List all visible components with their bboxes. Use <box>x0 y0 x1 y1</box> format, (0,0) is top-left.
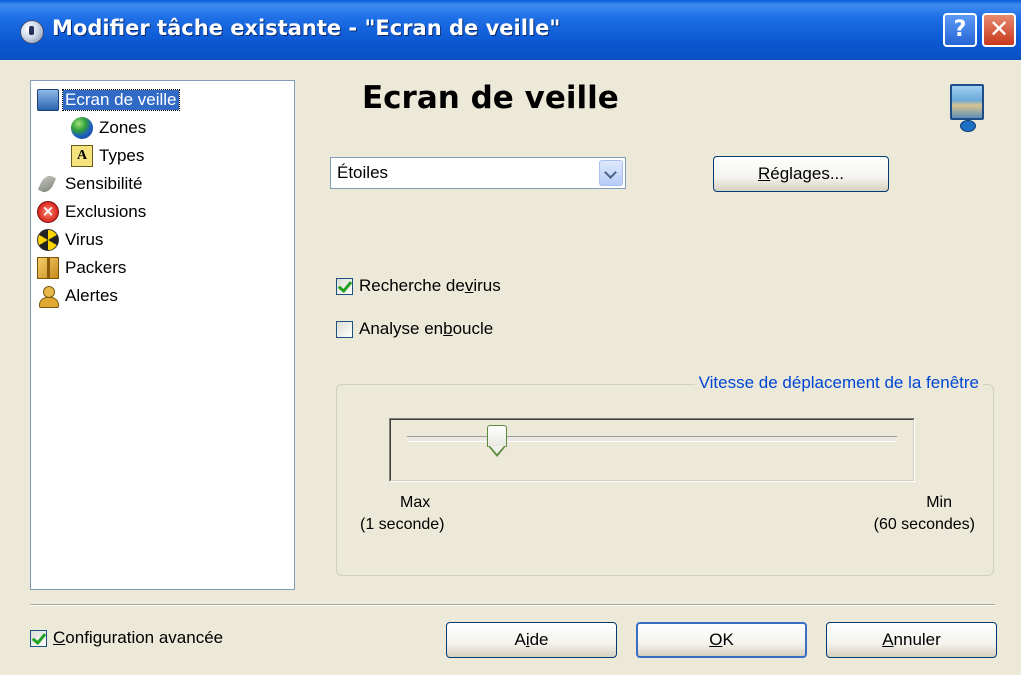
radiation-icon <box>37 229 59 251</box>
tree-item-packers[interactable]: Packers <box>37 255 128 281</box>
tree-item-virus[interactable]: Virus <box>37 227 105 253</box>
footer-divider <box>30 604 995 606</box>
page-title: Ecran de veille <box>362 80 619 116</box>
window-title: Modifier tâche existante - "Ecran de vei… <box>52 16 561 40</box>
advanced-config-checkbox[interactable] <box>30 629 47 647</box>
advanced-config-label: onfiguration avancée <box>65 628 224 647</box>
virus-scan-option[interactable]: Recherche de v irus <box>336 276 501 296</box>
speed-group-legend: Vitesse de déplacement de la fenêtre <box>694 373 983 393</box>
virus-scan-checkbox[interactable] <box>336 277 353 295</box>
person-icon <box>37 285 59 308</box>
tree-item-label: Packers <box>65 258 127 277</box>
types-icon: A <box>71 145 93 167</box>
tree-item-label: Zones <box>99 118 147 137</box>
title-bar[interactable]: Modifier tâche existante - "Ecran de vei… <box>0 0 1021 60</box>
tree-item-exclusions[interactable]: × Exclusions <box>37 199 148 225</box>
virus-scan-label-pre: Recherche de <box>359 276 465 295</box>
tree-item-label: Types <box>99 146 145 165</box>
speed-slider-track[interactable] <box>407 436 897 442</box>
speed-max-sublabel: (1 seconde) <box>360 516 445 533</box>
screensaver-monitor-icon <box>950 84 984 134</box>
screensaver-select[interactable]: Étoiles <box>330 157 626 189</box>
advanced-config-option[interactable]: Configuration avancée <box>30 628 223 648</box>
tree-item-sensibilite[interactable]: Sensibilité <box>37 171 145 197</box>
tree-item-ecran-de-veille[interactable]: Ecran de veille <box>37 87 180 113</box>
loop-scan-option[interactable]: Analyse en b oucle <box>336 319 493 339</box>
help-button-label-post: de <box>529 630 549 649</box>
cancel-button-access-key: A <box>882 630 894 649</box>
help-button[interactable]: ? <box>943 13 977 47</box>
ok-button[interactable]: OK <box>636 622 807 658</box>
tree-item-label: Sensibilité <box>65 174 143 193</box>
settings-button-access-key: R <box>757 164 771 183</box>
loop-scan-access-key: b <box>443 319 453 338</box>
settings-tree[interactable]: Ecran de veille Zones A Types Sensibilit… <box>30 80 295 590</box>
virus-scan-access-key: v <box>464 276 474 295</box>
virus-scan-label-post: irus <box>473 276 501 295</box>
cancel-button[interactable]: Annuler <box>826 622 997 658</box>
settings-button-label: églages... <box>770 164 844 183</box>
help-button-label-pre: A <box>514 630 526 649</box>
chevron-down-icon[interactable] <box>599 160 623 186</box>
cancel-button-label: nnuler <box>893 630 941 649</box>
speed-min-label: Min <box>926 494 952 511</box>
tree-item-label: Virus <box>65 230 104 249</box>
screensaver-select-value: Étoiles <box>337 163 389 182</box>
settings-button[interactable]: Réglages... <box>713 156 889 192</box>
tree-item-alertes[interactable]: Alertes <box>37 283 120 309</box>
speed-min-sublabel: (60 secondes) <box>873 516 975 533</box>
loop-scan-checkbox[interactable] <box>336 320 353 338</box>
speed-max-label: Max <box>400 494 431 511</box>
app-lock-icon <box>20 20 44 44</box>
speed-slider-frame <box>389 418 915 482</box>
monitor-icon <box>37 89 59 111</box>
ok-button-label: K <box>722 630 734 649</box>
leaf-icon <box>37 173 59 195</box>
tree-item-types[interactable]: A Types <box>71 143 146 169</box>
tree-item-label: Ecran de veille <box>62 89 180 111</box>
tree-item-label: Alertes <box>65 286 118 305</box>
tree-item-label: Exclusions <box>65 202 147 221</box>
package-icon <box>37 257 59 279</box>
globe-icon <box>71 117 93 139</box>
loop-scan-label-pre: Analyse en <box>359 319 444 338</box>
speed-slider-thumb[interactable] <box>487 425 507 459</box>
exclusion-icon: × <box>37 201 59 223</box>
loop-scan-label-post: oucle <box>452 319 494 338</box>
advanced-config-access-key: C <box>53 628 66 647</box>
help-dialog-button[interactable]: Aide <box>446 622 617 658</box>
dialog-window: Modifier tâche existante - "Ecran de vei… <box>0 0 1021 675</box>
tree-item-zones[interactable]: Zones <box>71 115 148 141</box>
close-button[interactable]: ✕ <box>982 13 1016 47</box>
ok-button-access-key: O <box>709 630 723 649</box>
